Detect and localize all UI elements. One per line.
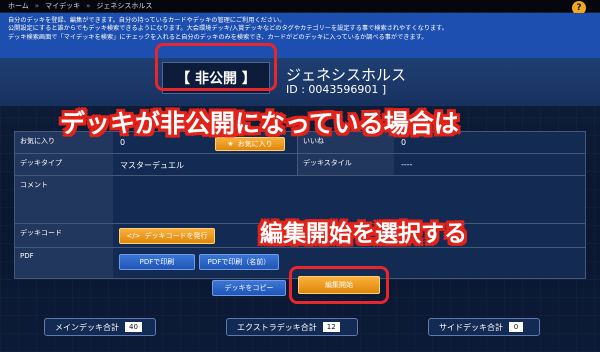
issue-deck-code-button[interactable]: </> デッキコードを発行	[119, 228, 215, 244]
breadcrumb: ホーム » マイデッキ » ジェネシスホルス	[0, 0, 600, 12]
deck-style-value: ----	[401, 160, 413, 169]
comment-value	[115, 176, 125, 188]
deck-type-value: マスターデュエル	[120, 161, 184, 170]
pdf-label: PDF	[15, 248, 113, 278]
private-highlight-frame	[155, 43, 277, 91]
intro-line: 公開設定にすると誰からでもデッキ検索できるようになります。大会環境デッキ/入賞デ…	[8, 25, 448, 33]
side-deck-total: サイドデッキ合計 0	[428, 318, 540, 336]
deck-name: ジェネシスホルス	[286, 66, 407, 84]
type-row: デッキタイプ マスターデュエル デッキスタイル ----	[15, 154, 585, 176]
side-deck-total-label: サイドデッキ合計	[439, 322, 503, 332]
star-icon: ★	[227, 140, 234, 148]
edit-highlight-frame	[289, 266, 389, 304]
breadcrumb-separator: »	[86, 2, 91, 10]
deck-type-label: デッキタイプ	[15, 154, 113, 175]
favorite-button-label: お気に入り	[237, 140, 273, 148]
breadcrumb-separator: »	[34, 2, 40, 10]
deck-header: 【 非公開 】 ジェネシスホルス ID : 0043596901 ]	[0, 58, 600, 106]
annotation-select-edit: 編集開始を選択する	[260, 221, 467, 247]
pdf-print-button[interactable]: PDFで印刷	[119, 254, 195, 270]
deck-style-label: デッキスタイル	[298, 154, 394, 175]
main-deck-total-label: メインデッキ合計	[55, 322, 119, 332]
issue-deck-code-label: デッキコードを発行	[144, 232, 208, 240]
extra-deck-count: 12	[322, 322, 340, 332]
breadcrumb-current: ジェネシスホルス	[96, 2, 153, 10]
pdf-print-name-button[interactable]: PDFで印刷（名前）	[199, 254, 279, 270]
main-deck-count: 40	[125, 322, 142, 332]
main-deck-total: メインデッキ合計 40	[44, 318, 156, 336]
extra-deck-total: エクストラデッキ合計 12	[226, 318, 358, 336]
intro-text: 自分のデッキを登録、編集ができます。自分の持っているカードやデッキの管理にご利用…	[0, 13, 600, 63]
breadcrumb-my-deck[interactable]: マイデッキ	[45, 1, 80, 11]
copy-deck-button[interactable]: デッキをコピー	[212, 280, 286, 296]
comment-label: コメント	[15, 176, 113, 223]
side-deck-count: 0	[509, 322, 523, 332]
deck-code-label: デッキコード	[15, 224, 113, 247]
code-icon: </>	[126, 232, 141, 240]
deck-details-table: お気に入り 0 ★ お気に入り いいね 0 デッキタイプ マスターデュエル デッ…	[14, 131, 586, 279]
breadcrumb-home[interactable]: ホーム	[8, 1, 29, 11]
extra-deck-total-label: エクストラデッキ合計	[237, 322, 317, 332]
annotation-private-note: デッキが非公開になっている場合は	[60, 109, 459, 138]
intro-line: デッキ検索画面で「マイデッキを検索」にチェックを入れると自分のデッキのみを検索で…	[8, 33, 428, 41]
deck-id: ID : 0043596901 ]	[286, 83, 387, 96]
